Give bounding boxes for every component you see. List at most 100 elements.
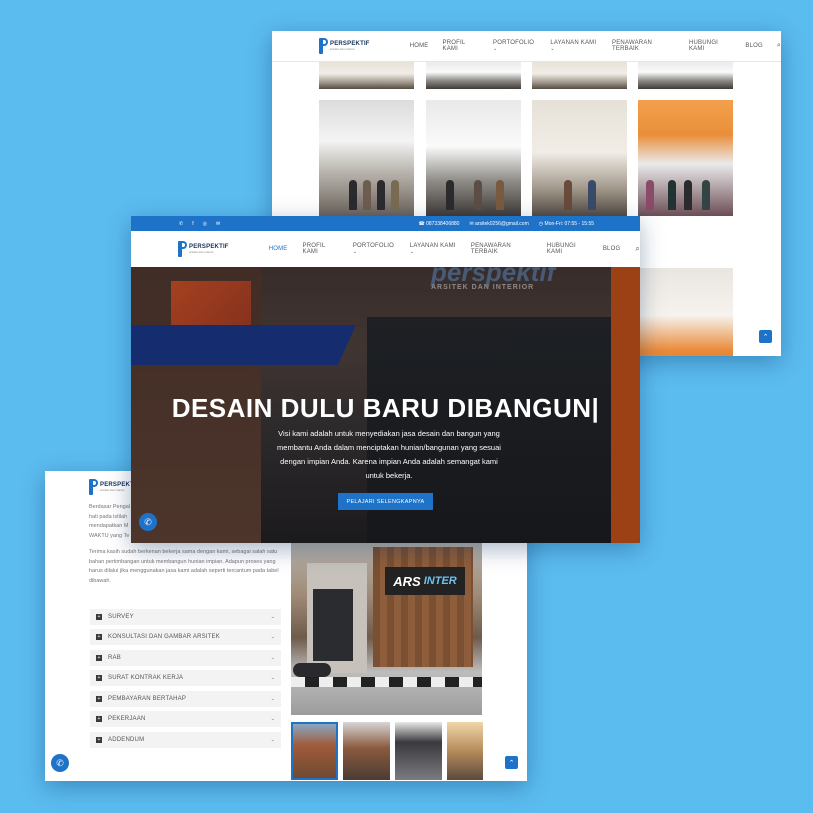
brand-logo[interactable]: PERSPEKTIF arsitek dan interior xyxy=(319,38,370,54)
logo-mark-icon xyxy=(178,241,187,257)
search-icon[interactable]: ⌕ xyxy=(635,244,640,254)
social-links: ✆ f ◎ ✉ xyxy=(179,221,220,227)
learn-more-button[interactable]: PELAJARI SELENGKAPNYA xyxy=(338,493,433,510)
gallery-photo[interactable] xyxy=(532,61,627,89)
about-paragraph: Terima kasih sudah berkenan bekerja sama… xyxy=(89,549,279,584)
gallery-photo[interactable] xyxy=(638,268,733,356)
store-sign-line2: INTER xyxy=(423,575,457,587)
chevron-up-icon: ⌃ xyxy=(762,333,769,341)
chevron-down-icon: ⌄ xyxy=(352,249,358,255)
nav-hubungi[interactable]: HUBUNGI KAMI xyxy=(689,40,731,52)
nav-layanan-label: LAYANAN KAMI xyxy=(550,40,597,46)
nav-blog[interactable]: BLOG xyxy=(603,246,620,252)
plus-icon: + xyxy=(96,655,102,661)
thumbnail[interactable] xyxy=(447,722,483,780)
hero-title: DESAIN DULU BARU DIBANGUN| xyxy=(171,393,600,423)
gallery-photo[interactable] xyxy=(532,100,627,216)
chevron-down-icon: ⌄ xyxy=(270,716,275,722)
accordion-kontrak[interactable]: + SURAT KONTRAK KERJA ⌄ xyxy=(90,670,281,686)
gallery-photo[interactable] xyxy=(319,100,414,216)
chevron-down-icon: ⌄ xyxy=(409,249,415,255)
accordion-konsultasi[interactable]: + KONSULTASI DAN GAMBAR ARSITEK ⌄ xyxy=(90,629,281,645)
nav-portofolio[interactable]: PORTOFOLIO ⌄ xyxy=(493,40,536,52)
plus-icon: + xyxy=(96,737,102,743)
mail-icon[interactable]: ✉ xyxy=(216,221,220,227)
nav-blog[interactable]: BLOG xyxy=(745,43,762,49)
accordion-label: KONSULTASI DAN GAMBAR ARSITEK xyxy=(108,634,220,640)
plus-icon: + xyxy=(96,716,102,722)
scroll-top-button[interactable]: ⌃ xyxy=(505,756,518,769)
thumbnail-active[interactable] xyxy=(291,722,338,780)
gallery-photo[interactable] xyxy=(319,61,414,89)
instagram-icon[interactable]: ◎ xyxy=(203,221,207,227)
thumbnail[interactable] xyxy=(395,722,442,780)
accordion-survey[interactable]: + SURVEY ⌄ xyxy=(90,609,281,625)
nav-penawaran[interactable]: PENAWARAN TERBAIK xyxy=(612,40,675,52)
gallery-photo[interactable] xyxy=(638,61,733,89)
nav-profil[interactable]: PROFIL KAMI xyxy=(303,243,338,255)
chevron-down-icon: ⌄ xyxy=(270,737,275,743)
main-menu: HOME PROFIL KAMI PORTOFOLIO ⌄ LAYANAN KA… xyxy=(410,40,781,52)
email-address: arsitek0256@gmail.com xyxy=(475,220,529,227)
store-sign-line1: ARS xyxy=(393,573,421,589)
phone-icon: ☎ xyxy=(418,220,425,227)
nav-layanan-label: LAYANAN KAMI xyxy=(409,243,456,249)
search-icon[interactable]: ⌕ xyxy=(777,42,781,50)
chevron-down-icon: ⌄ xyxy=(270,614,275,620)
brand-tagline: arsitek dan interior xyxy=(330,47,355,51)
phone-info[interactable]: ☎ 087338406880 xyxy=(418,221,459,227)
curb xyxy=(291,677,482,687)
nav-layanan[interactable]: LAYANAN KAMI ⌄ xyxy=(410,243,456,255)
main-navbar: PERSPEKTIF arsitek dan interior HOME PROF… xyxy=(131,231,640,268)
accordion-label: SURAT KONTRAK KERJA xyxy=(108,675,184,681)
chevron-down-icon: ⌄ xyxy=(270,655,275,661)
back-navbar: PERSPEKTIF arsitek dan interior HOME PROF… xyxy=(272,31,781,62)
accordion-label: SURVEY xyxy=(108,614,134,620)
gallery-photo[interactable] xyxy=(426,61,521,89)
main-menu: HOME PROFIL KAMI PORTOFOLIO ⌄ LAYANAN KA… xyxy=(269,243,640,255)
nav-home[interactable]: HOME xyxy=(410,43,429,49)
office-door xyxy=(313,589,353,661)
mail-icon: ✉ xyxy=(469,220,474,227)
accordion-label: RAB xyxy=(108,655,121,661)
nav-portofolio-label: PORTOFOLIO xyxy=(352,243,394,249)
whatsapp-float-button[interactable]: ✆ xyxy=(51,754,69,772)
whatsapp-float-button[interactable]: ✆ xyxy=(139,513,157,531)
gallery-photo[interactable] xyxy=(638,100,733,216)
nav-portofolio[interactable]: PORTOFOLIO ⌄ xyxy=(353,243,395,255)
gallery-photo[interactable] xyxy=(426,100,521,216)
email-info[interactable]: ✉ arsitek0256@gmail.com xyxy=(469,221,528,227)
nav-portofolio-label: PORTOFOLIO xyxy=(493,40,535,46)
accordion-label: ADDENDUM xyxy=(108,737,145,743)
brand-tagline: arsitek dan interior xyxy=(189,250,214,254)
phone-number: 087338406880 xyxy=(426,220,460,227)
nav-home[interactable]: HOME xyxy=(269,246,288,252)
store-sign: ARS INTER xyxy=(385,567,465,595)
hero-text: Visi kami adalah untuk menyediakan jasa … xyxy=(277,429,501,480)
accordion-addendum[interactable]: + ADDENDUM ⌄ xyxy=(90,732,281,748)
accordion-rab[interactable]: + RAB ⌄ xyxy=(90,650,281,666)
nav-penawaran[interactable]: PENAWARAN TERBAIK xyxy=(471,243,532,255)
motorbike xyxy=(293,663,331,677)
facebook-icon[interactable]: f xyxy=(192,221,193,227)
homepage-window: ✆ f ◎ ✉ ☎ 087338406880 ✉ arsitek0256@gma… xyxy=(131,216,640,543)
office-photo: ARS INTER xyxy=(291,543,482,715)
top-contact-bar: ✆ f ◎ ✉ ☎ 087338406880 ✉ arsitek0256@gma… xyxy=(131,216,640,231)
wood-facade xyxy=(373,547,473,667)
logo-mark-icon xyxy=(89,479,98,495)
chevron-down-icon: ⌄ xyxy=(550,46,555,52)
contact-info: ☎ 087338406880 ✉ arsitek0256@gmail.com ◷… xyxy=(418,221,594,227)
nav-layanan[interactable]: LAYANAN KAMI ⌄ xyxy=(550,40,598,52)
accordion-label: PEMBAYARAN BERTAHAP xyxy=(108,696,187,702)
accordion-pembayaran[interactable]: + PEMBAYARAN BERTAHAP ⌄ xyxy=(90,691,281,707)
clock-icon: ◷ xyxy=(538,220,544,227)
scroll-top-button[interactable]: ⌃ xyxy=(759,330,772,343)
plus-icon: + xyxy=(96,675,102,681)
accordion-pekerjaan[interactable]: + PEKERJAAN ⌄ xyxy=(90,711,281,727)
nav-hubungi[interactable]: HUBUNGI KAMI xyxy=(547,243,588,255)
logo-mark-icon xyxy=(319,38,328,54)
nav-profil[interactable]: PROFIL KAMI xyxy=(443,40,480,52)
thumbnail[interactable] xyxy=(343,722,390,780)
brand-logo[interactable]: PERSPEKTIF arsitek dan interior xyxy=(178,241,229,257)
whatsapp-icon[interactable]: ✆ xyxy=(179,221,183,227)
